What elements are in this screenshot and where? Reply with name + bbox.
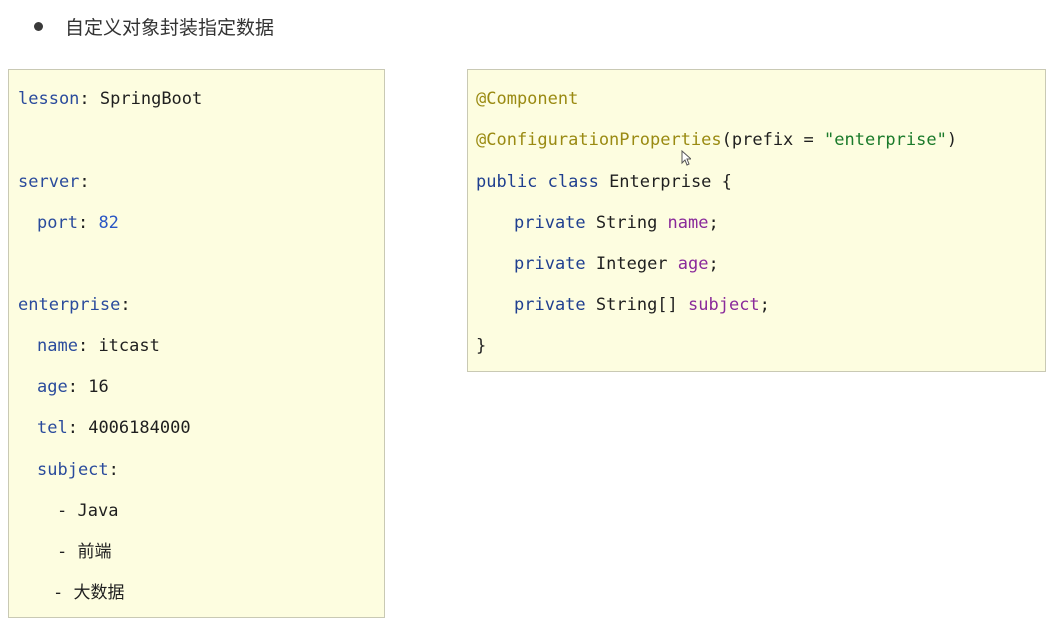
java-line-class-declaration: public class Enterprise { xyxy=(476,170,732,194)
closing-brace: } xyxy=(476,336,487,356)
semicolon: ; xyxy=(708,254,719,274)
semicolon: ; xyxy=(759,295,770,315)
yaml-key-lesson: lesson xyxy=(18,89,80,109)
java-line-field-age: private Integer age; xyxy=(514,252,719,276)
class-name: Enterprise { xyxy=(598,172,732,192)
annotation-component: @Component xyxy=(476,89,579,109)
yaml-list-item: - Java xyxy=(57,501,119,521)
yaml-key-server: server xyxy=(18,172,80,192)
annotation-args-open: (prefix = xyxy=(721,130,824,150)
yaml-line-enterprise: enterprise: xyxy=(18,295,131,315)
yaml-list-item: - 大数据 xyxy=(53,583,125,603)
yaml-code-panel: lesson: SpringBoot server: port: 82 ente… xyxy=(8,69,385,618)
annotation-configuration-properties: @ConfigurationProperties xyxy=(476,130,722,150)
yaml-key-name: name xyxy=(37,336,78,356)
yaml-value-age: 16 xyxy=(88,377,109,397)
field-name: subject xyxy=(688,295,760,315)
java-line-annotation-component: @Component xyxy=(476,87,578,111)
field-type: String[] xyxy=(585,295,689,315)
yaml-key-age: age xyxy=(37,377,68,397)
semicolon: ; xyxy=(708,213,719,233)
prefix-string-value: "enterprise" xyxy=(824,130,947,150)
java-line-field-subject: private String[] subject; xyxy=(514,293,770,317)
yaml-value-tel: 4006184000 xyxy=(88,418,191,438)
yaml-list-item: - 前端 xyxy=(57,542,112,562)
bullet-icon xyxy=(34,21,43,31)
section-heading-text: 自定义对象封装指定数据 xyxy=(65,16,275,39)
field-modifier: private xyxy=(514,254,586,274)
yaml-key-tel: tel xyxy=(37,418,68,438)
annotation-args-close: ) xyxy=(946,130,958,150)
yaml-line-lesson: lesson: SpringBoot xyxy=(18,89,203,109)
field-type: String xyxy=(585,213,668,233)
yaml-list-value: 前端 xyxy=(77,542,112,562)
java-line-closing-brace: } xyxy=(476,334,486,358)
field-type: Integer xyxy=(585,254,678,274)
yaml-line-server: server: xyxy=(18,172,90,192)
java-line-annotation-config: @ConfigurationProperties(prefix = "enter… xyxy=(476,128,957,152)
yaml-value-name: itcast xyxy=(98,336,160,356)
field-modifier: private xyxy=(514,213,586,233)
field-modifier: private xyxy=(514,295,586,315)
yaml-key-subject: subject xyxy=(37,460,109,480)
field-name: name xyxy=(667,213,709,233)
java-code-panel: @Component @ConfigurationProperties(pref… xyxy=(467,69,1046,372)
yaml-line-age: age: 16 xyxy=(37,377,109,397)
yaml-list-value: Java xyxy=(77,501,119,521)
yaml-key-enterprise: enterprise xyxy=(18,295,121,315)
yaml-line-tel: tel: 4006184000 xyxy=(37,418,191,438)
yaml-line-port: port: 82 xyxy=(37,213,119,233)
java-line-field-name: private String name; xyxy=(514,211,719,235)
yaml-list-value: 大数据 xyxy=(73,583,125,603)
yaml-line-subject: subject: xyxy=(37,460,119,480)
section-heading: 自定义对象封装指定数据 xyxy=(34,10,274,42)
yaml-key-port: port xyxy=(37,213,78,233)
yaml-value-lesson: SpringBoot xyxy=(99,89,203,109)
field-name: age xyxy=(677,254,709,274)
class-keyword: public class xyxy=(476,172,599,192)
yaml-value-port: 82 xyxy=(98,213,119,233)
mouse-cursor-icon xyxy=(681,150,691,166)
yaml-line-name: name: itcast xyxy=(37,336,160,356)
